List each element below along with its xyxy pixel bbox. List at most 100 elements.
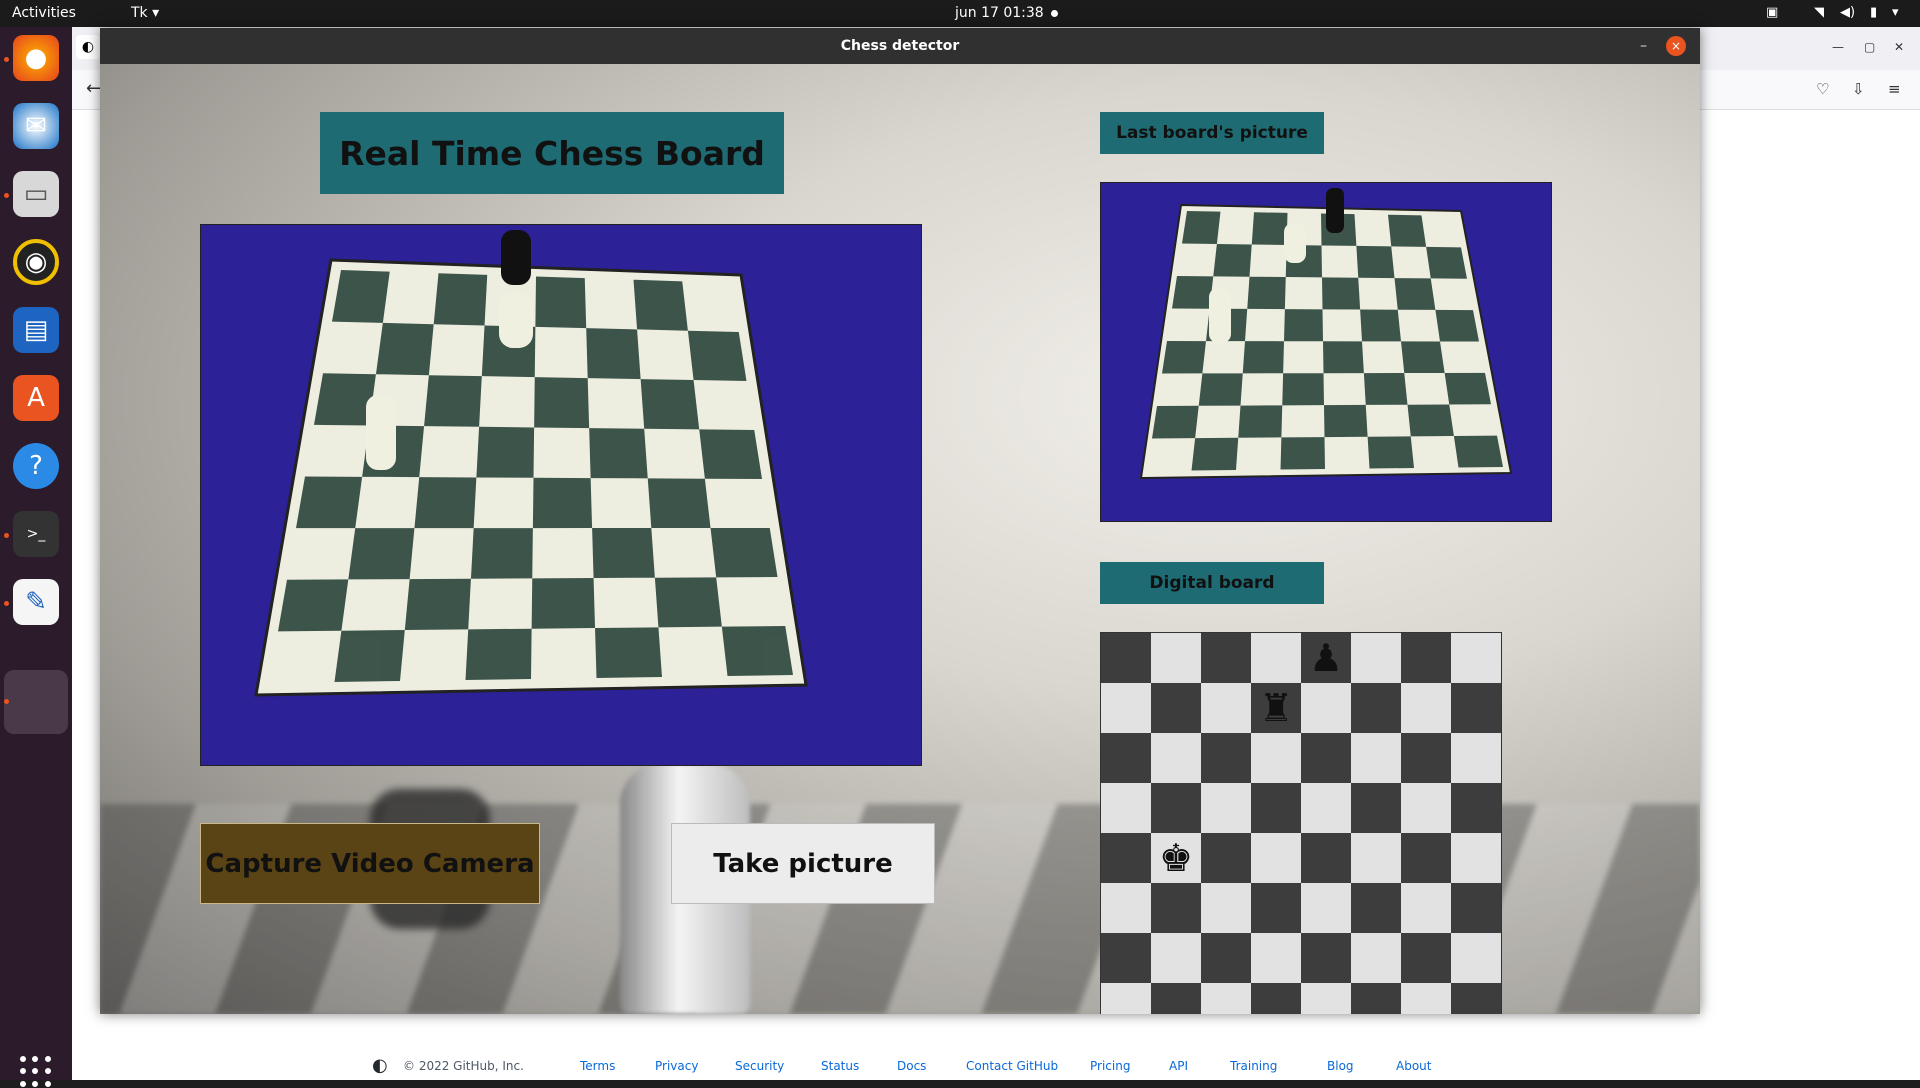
last-picture [1100, 182, 1552, 522]
board-dark-square [1191, 437, 1239, 471]
browser-close-icon[interactable]: ✕ [1894, 40, 1904, 54]
top-bar: Activities Tk ▾ jun 17 01:38 ▣ ◥ ◀) ▮ ▾ [0, 0, 1920, 27]
last-board-photo [1101, 183, 1551, 521]
footer-link-training[interactable]: Training [1230, 1059, 1277, 1073]
camera-indicator-icon[interactable]: ▣ [1766, 5, 1778, 20]
software-icon[interactable]: A [13, 375, 59, 421]
battery-icon[interactable]: ▮ [1870, 5, 1877, 20]
board-square [1401, 733, 1451, 783]
board-dark-square [1453, 435, 1503, 468]
digital-board-label: Digital board [1100, 562, 1324, 604]
running-indicator [4, 193, 9, 198]
volume-icon[interactable]: ◀) [1840, 5, 1855, 20]
board-dark-square [1182, 211, 1221, 244]
writer-icon[interactable]: ▤ [13, 307, 59, 353]
footer-link-security[interactable]: Security [735, 1059, 784, 1073]
app-header: Real Time Chess Board [320, 112, 784, 194]
board-square [1151, 983, 1201, 1014]
tk-app-icon[interactable] [4, 670, 68, 734]
board-dark-square [1435, 309, 1479, 342]
wifi-icon[interactable]: ◥ [1814, 5, 1824, 20]
board-square [1351, 633, 1401, 683]
board-dark-square [633, 279, 688, 331]
terminal-icon[interactable]: >_ [13, 511, 59, 557]
pocket-icon[interactable]: ♡ [1816, 80, 1829, 98]
board-dark-square [1280, 437, 1325, 470]
system-menu-icon[interactable]: ▾ [1892, 5, 1899, 20]
board-square [1201, 733, 1251, 783]
board-square [1101, 933, 1151, 983]
footer-link-status[interactable]: Status [821, 1059, 859, 1073]
board-square [1201, 633, 1251, 683]
board-square [1401, 833, 1451, 883]
window-title: Chess detector [840, 38, 960, 54]
footer-link-terms[interactable]: Terms [580, 1059, 615, 1073]
board-dark-square [404, 578, 471, 631]
board-square [1201, 883, 1251, 933]
capture-video-camera-button[interactable]: Capture Video Camera [200, 823, 540, 904]
board-square [1401, 633, 1451, 683]
running-indicator [4, 699, 9, 704]
footer-link-about[interactable]: About [1396, 1059, 1431, 1073]
firefox-icon[interactable]: ● [13, 35, 59, 81]
board-square [1101, 733, 1151, 783]
board-square [1401, 983, 1451, 1014]
board-square [1151, 783, 1201, 833]
board-square [1101, 833, 1151, 883]
board-square [1401, 883, 1451, 933]
download-icon[interactable]: ⇩ [1852, 80, 1865, 98]
menu-icon[interactable]: ≡ [1888, 80, 1901, 98]
minimize-icon[interactable]: – [1640, 28, 1647, 64]
board-dark-square [710, 528, 778, 578]
rhythmbox-icon[interactable]: ◉ [13, 239, 59, 285]
board-square [1151, 733, 1201, 783]
footer-link-pricing[interactable]: Pricing [1090, 1059, 1130, 1073]
board-square-piece: ♜ [1251, 683, 1301, 733]
board-square [1301, 733, 1351, 783]
github-tab-icon[interactable]: ◐ [76, 35, 100, 59]
footer-link-privacy[interactable]: Privacy [655, 1059, 698, 1073]
clock[interactable]: jun 17 01:38 [955, 5, 1044, 21]
footer-link-api[interactable]: API [1169, 1059, 1188, 1073]
board-dark-square [1242, 341, 1284, 374]
board-square [1451, 633, 1501, 683]
board-dark-square [1213, 243, 1252, 277]
board-dark-square [375, 322, 434, 376]
files-icon[interactable]: ▭ [13, 171, 59, 217]
footer-link-docs[interactable]: Docs [897, 1059, 926, 1073]
board-square [1301, 683, 1351, 733]
board-square [1151, 633, 1201, 683]
app-menu[interactable]: Tk ▾ [131, 5, 159, 21]
github-logo-icon[interactable]: ◐ [372, 1055, 388, 1076]
board-square [1201, 933, 1251, 983]
board-dark-square [348, 528, 415, 580]
footer-link-contact[interactable]: Contact GitHub [966, 1059, 1058, 1073]
help-icon[interactable]: ? [13, 443, 59, 489]
activities-button[interactable]: Activities [12, 5, 76, 21]
board-dark-square [1360, 309, 1401, 342]
board-dark-square [589, 428, 648, 479]
board-dark-square [1356, 245, 1395, 279]
github-footer: ◐ © 2022 GitHub, Inc. Terms Privacy Secu… [0, 1052, 1920, 1080]
take-picture-button[interactable]: Take picture [671, 823, 935, 904]
board-square [1201, 783, 1251, 833]
board-dark-square [1407, 404, 1454, 437]
copyright-text: © 2022 GitHub, Inc. [403, 1059, 524, 1073]
text-editor-icon[interactable]: ✎ [13, 579, 59, 625]
board-square [1351, 733, 1401, 783]
back-arrow-icon[interactable]: ← [86, 78, 101, 99]
browser-maximize-icon[interactable]: ▢ [1864, 40, 1875, 54]
board-dark-square [640, 379, 700, 430]
board-square [1401, 933, 1451, 983]
board-dark-square [654, 577, 722, 628]
browser-minimize-icon[interactable]: — [1832, 40, 1844, 54]
board-dark-square [595, 627, 662, 678]
running-indicator [4, 533, 9, 538]
thunderbird-icon[interactable]: ✉ [13, 103, 59, 149]
footer-link-blog[interactable]: Blog [1327, 1059, 1354, 1073]
board-dark-square [699, 429, 762, 479]
board-square [1451, 983, 1501, 1014]
close-icon[interactable]: × [1666, 36, 1686, 56]
board-square [1101, 783, 1151, 833]
board-square [1101, 683, 1151, 733]
